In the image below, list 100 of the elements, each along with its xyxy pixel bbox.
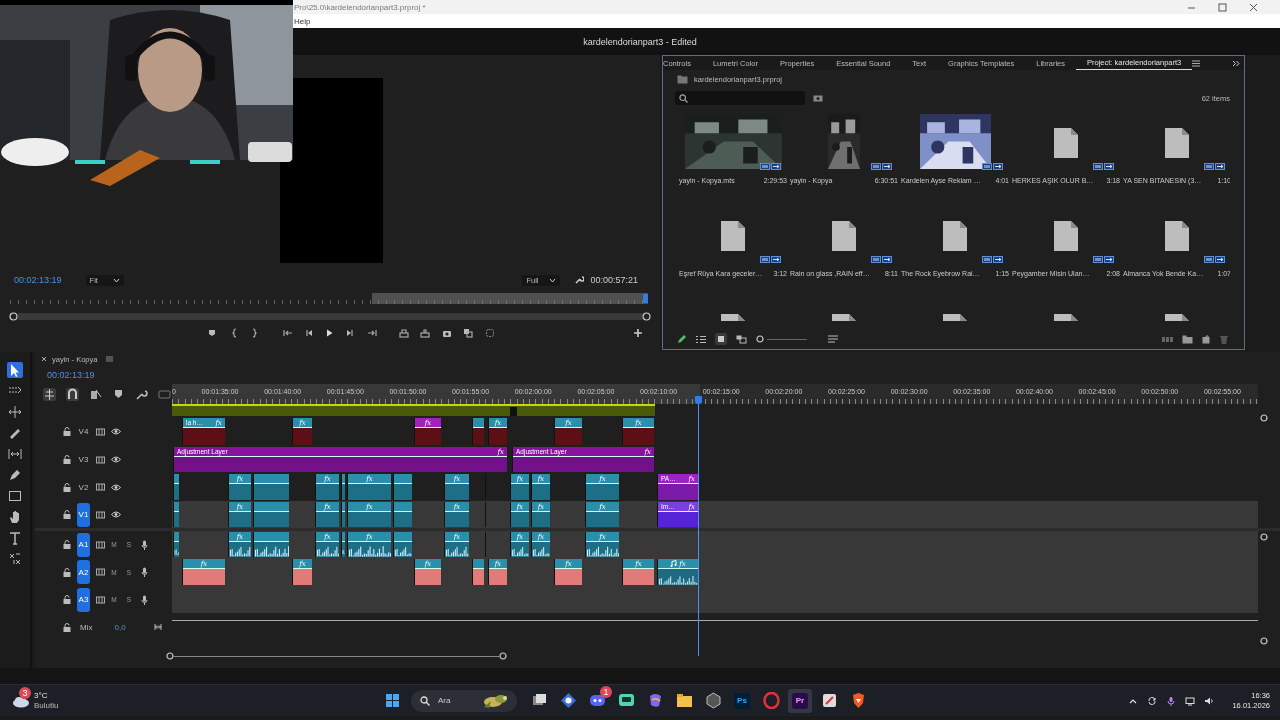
list-view-icon[interactable]	[696, 334, 706, 344]
lock-icon[interactable]	[63, 622, 71, 632]
lock-icon[interactable]	[63, 510, 71, 519]
timeline-clip[interactable]	[253, 502, 289, 527]
work-area-bar[interactable]	[172, 404, 655, 416]
select-tool[interactable]	[7, 362, 23, 378]
playhead-timecode[interactable]: 00:02:13:19	[47, 370, 95, 380]
track-target-toggle[interactable]: V1	[77, 502, 90, 527]
lock-icon[interactable]	[63, 482, 71, 492]
track-target-toggle[interactable]: A1	[77, 532, 90, 557]
scroll-handle[interactable]	[1260, 637, 1268, 645]
mix-value[interactable]: 0,0	[114, 622, 126, 632]
maximize-icon[interactable]	[1218, 2, 1227, 12]
lift-icon[interactable]	[399, 328, 409, 338]
eye-icon[interactable]	[111, 511, 121, 518]
pr-taskbar-button[interactable]: Pr	[788, 688, 812, 713]
scroll-handle[interactable]	[166, 652, 174, 660]
sync-lock-icon[interactable]	[96, 427, 105, 436]
scrub-handle[interactable]	[642, 311, 651, 321]
step-back-icon[interactable]	[304, 328, 314, 338]
timeline-clip[interactable]	[173, 474, 179, 500]
camera-icon[interactable]	[442, 328, 452, 338]
compare-icon[interactable]	[463, 328, 473, 338]
timeline-clip[interactable]	[253, 474, 289, 500]
menu-item[interactable]: Help	[294, 16, 311, 26]
go-to-out-icon[interactable]	[367, 328, 377, 338]
close-icon[interactable]	[41, 356, 47, 362]
lock-icon[interactable]	[63, 567, 71, 577]
speaker-icon[interactable]	[1204, 695, 1214, 706]
timeline-clip[interactable]	[472, 418, 484, 445]
sync-lock-icon[interactable]	[96, 510, 105, 519]
marker-icon[interactable]	[207, 328, 217, 338]
sync-icon[interactable]	[1147, 695, 1157, 706]
timeline-clip[interactable]	[393, 532, 412, 557]
eye-icon[interactable]	[111, 428, 121, 435]
folder-icon[interactable]	[1182, 334, 1193, 344]
linked-selection-button[interactable]	[89, 387, 102, 401]
timeline-clip[interactable]	[341, 502, 345, 527]
display-icon[interactable]	[1185, 695, 1195, 706]
play-icon[interactable]	[324, 328, 334, 338]
search-field[interactable]: Ara	[411, 689, 517, 712]
scroll-handle[interactable]	[499, 652, 507, 660]
microphone-icon[interactable]	[141, 594, 148, 605]
go-to-in-icon[interactable]	[283, 328, 293, 338]
overflow-chevron-icon[interactable]	[1232, 59, 1240, 67]
track-target-toggle[interactable]: A2	[77, 560, 90, 584]
automate-icon[interactable]	[1162, 335, 1173, 343]
timeline-clip[interactable]	[393, 474, 412, 500]
sync-lock-icon[interactable]	[96, 568, 105, 576]
discord-taskbar-button[interactable]: 1	[585, 688, 609, 713]
collapse-icon[interactable]	[153, 623, 162, 631]
search-field[interactable]	[675, 91, 805, 105]
microphone-icon[interactable]	[141, 539, 148, 550]
remix-tool[interactable]	[7, 551, 23, 567]
playhead-head[interactable]	[695, 396, 702, 404]
horizontal-scroll-bar[interactable]	[174, 655, 499, 657]
microphone-icon[interactable]	[141, 567, 148, 577]
zoom-slider-handle[interactable]	[756, 335, 764, 343]
sort-icon[interactable]	[828, 334, 838, 344]
add-icon[interactable]	[633, 328, 643, 338]
sync-lock-icon[interactable]	[96, 595, 105, 604]
type-tool[interactable]	[7, 530, 23, 546]
pen-tool[interactable]	[7, 467, 23, 483]
zoom-scroll-bar[interactable]	[18, 312, 642, 320]
timeline-clip[interactable]	[485, 532, 486, 557]
timeline-clip[interactable]	[393, 502, 412, 527]
wrench-icon[interactable]	[574, 275, 585, 285]
scroll-handle[interactable]	[1260, 414, 1268, 422]
wrench-button[interactable]	[135, 387, 148, 401]
new-item-icon[interactable]	[1202, 334, 1211, 344]
sync-lock-icon[interactable]	[96, 483, 105, 491]
time-ruler[interactable]	[172, 384, 1258, 404]
microphone-icon[interactable]	[1166, 695, 1176, 706]
step-forward-icon[interactable]	[345, 328, 355, 338]
track-target-toggle[interactable]: V2	[77, 475, 90, 499]
timeline-clip[interactable]	[173, 502, 179, 527]
marker-button[interactable]	[112, 387, 125, 401]
panel-menu-icon[interactable]	[1192, 59, 1201, 67]
lock-icon[interactable]	[63, 595, 71, 604]
lock-icon[interactable]	[63, 540, 71, 549]
track-target-toggle[interactable]: V4	[77, 419, 90, 444]
pencil-icon[interactable]	[677, 334, 687, 344]
sync-lock-icon[interactable]	[96, 455, 105, 464]
ps-taskbar-button[interactable]: Ps	[730, 688, 754, 713]
timeline-clip[interactable]	[253, 532, 289, 557]
new-bin-icon[interactable]	[813, 94, 823, 102]
scroll-handle[interactable]	[1260, 533, 1268, 541]
timeline-clip[interactable]	[472, 559, 484, 585]
icon-view-icon[interactable]	[715, 333, 727, 345]
magnet-button[interactable]	[66, 387, 79, 401]
timeline-clip[interactable]	[173, 532, 179, 557]
timeline-clip[interactable]	[485, 502, 486, 527]
lock-icon[interactable]	[63, 427, 71, 436]
eye-icon[interactable]	[111, 483, 121, 491]
slip-tool[interactable]	[7, 446, 23, 462]
ripple-tool[interactable]	[7, 404, 23, 420]
playhead-timecode[interactable]: 00:02:13:19	[14, 275, 62, 285]
track-target-toggle[interactable]: V3	[77, 447, 90, 472]
eye-icon[interactable]	[111, 456, 121, 463]
freeform-view-icon[interactable]	[736, 334, 747, 344]
